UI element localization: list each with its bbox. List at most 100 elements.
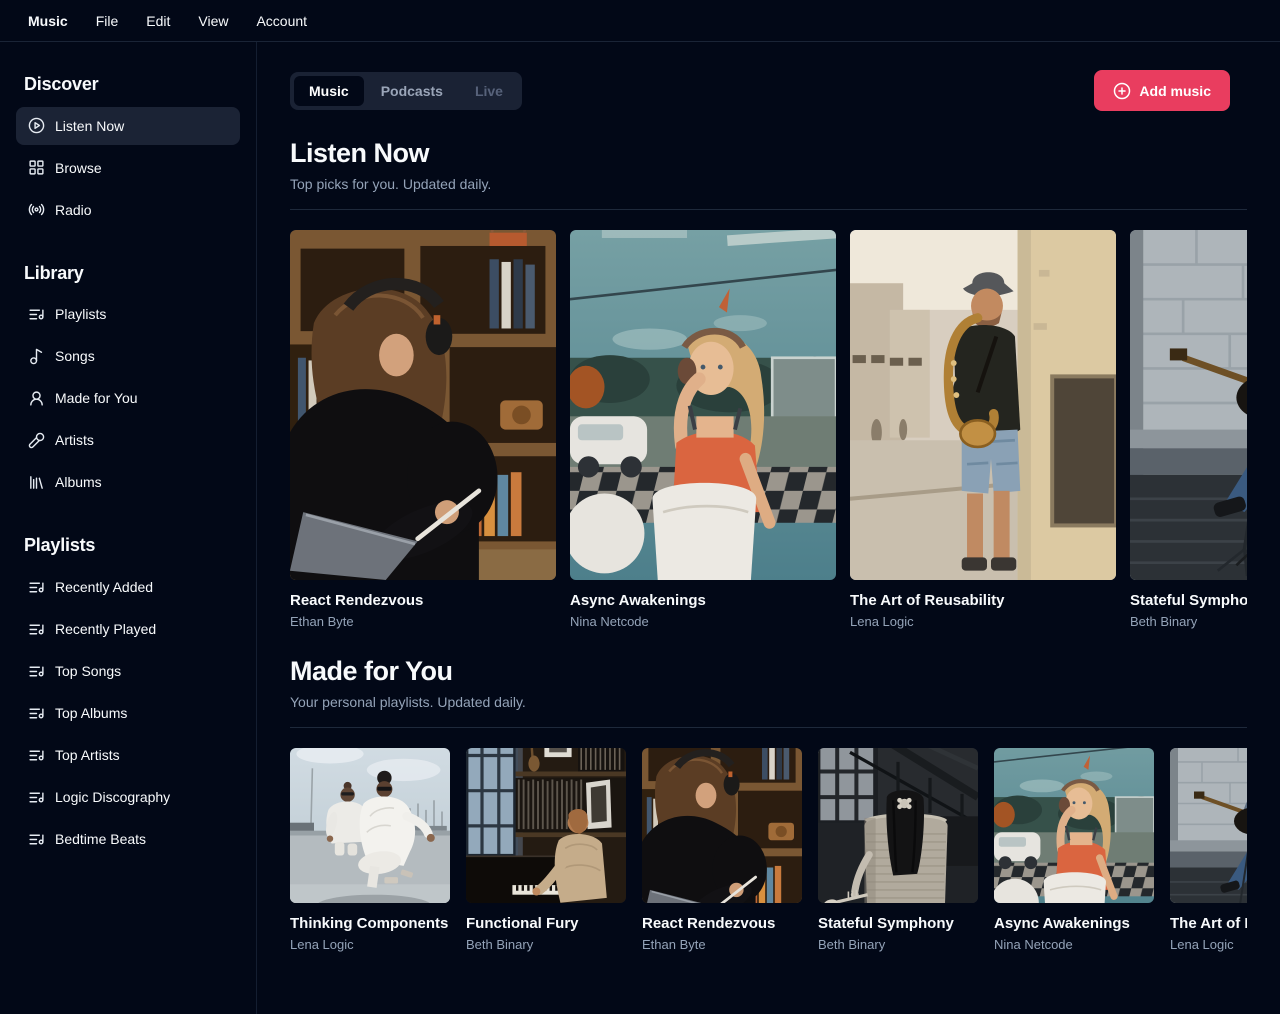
- separator: [290, 209, 1247, 210]
- sidebar-section: Discover Listen Now Browse Radio: [16, 74, 240, 229]
- content-header: MusicPodcastsLive Add music: [290, 70, 1280, 111]
- list-music-icon: [28, 789, 45, 806]
- album-artwork-image: [850, 230, 1116, 580]
- album-artwork: [290, 748, 450, 903]
- tab-music[interactable]: Music: [294, 76, 364, 106]
- list-music-icon: [28, 663, 45, 680]
- sidebar-item-label: Logic Discography: [55, 789, 170, 805]
- album-sections: Listen Now Top picks for you. Updated da…: [290, 137, 1280, 952]
- album-artwork: [818, 748, 978, 903]
- sidebar-item-label: Made for You: [55, 390, 138, 406]
- album-artist: Lena Logic: [850, 614, 1116, 629]
- album-title: Async Awakenings: [570, 592, 836, 611]
- menubar-item-edit[interactable]: Edit: [134, 7, 182, 35]
- album-artwork: [290, 230, 556, 580]
- album-card-the-art-of-reusability[interactable]: The Art of Reusability Lena Logic: [850, 230, 1116, 629]
- sidebar-item-recently-added[interactable]: Recently Added: [16, 568, 240, 606]
- sidebar-item-logic-discography[interactable]: Logic Discography: [16, 778, 240, 816]
- user-icon: [28, 390, 45, 407]
- album-card-row: Thinking Components Lena Logic Functiona…: [290, 748, 1247, 952]
- album-artwork: [1170, 748, 1247, 903]
- media-type-tabs: MusicPodcastsLive: [290, 72, 522, 110]
- album-card-react-rendezvous[interactable]: React Rendezvous Ethan Byte: [290, 230, 556, 629]
- sidebar-item-top-artists[interactable]: Top Artists: [16, 736, 240, 774]
- album-artwork-image: [1170, 748, 1247, 903]
- album-artwork-image: [466, 748, 626, 903]
- sidebar-item-radio[interactable]: Radio: [16, 191, 240, 229]
- album-title: Functional Fury: [466, 915, 626, 934]
- sidebar-item-top-songs[interactable]: Top Songs: [16, 652, 240, 690]
- album-artwork: [1130, 230, 1247, 580]
- section-title: Made for You: [290, 655, 1280, 687]
- album-title: Stateful Symphony: [818, 915, 978, 934]
- sidebar-item-artists[interactable]: Artists: [16, 421, 240, 459]
- album-artist: Beth Binary: [818, 937, 978, 952]
- music-note-icon: [28, 348, 45, 365]
- add-music-button[interactable]: Add music: [1094, 70, 1230, 111]
- sidebar-item-top-albums[interactable]: Top Albums: [16, 694, 240, 732]
- sidebar-item-albums[interactable]: Albums: [16, 463, 240, 501]
- sidebar-item-made-for-you[interactable]: Made for You: [16, 379, 240, 417]
- album-title: Thinking Components: [290, 915, 450, 934]
- tab-live: Live: [460, 76, 518, 106]
- album-artwork-image: [1130, 230, 1247, 580]
- section-subtitle: Top picks for you. Updated daily.: [290, 176, 1280, 193]
- album-card-async-awakenings[interactable]: Async Awakenings Nina Netcode: [570, 230, 836, 629]
- album-artwork: [850, 230, 1116, 580]
- sidebar-item-recently-played[interactable]: Recently Played: [16, 610, 240, 648]
- album-title: The Art of Reusability: [1170, 915, 1247, 934]
- menubar-item-file[interactable]: File: [84, 7, 131, 35]
- album-title: Async Awakenings: [994, 915, 1154, 934]
- menubar-item-view[interactable]: View: [186, 7, 240, 35]
- tab-podcasts[interactable]: Podcasts: [366, 76, 458, 106]
- app-body: Discover Listen Now Browse Radio Library…: [0, 42, 1280, 1014]
- main-content: MusicPodcastsLive Add music Listen Now T…: [257, 42, 1280, 1014]
- album-card-thinking-components[interactable]: Thinking Components Lena Logic: [290, 748, 450, 952]
- album-card-async-awakenings[interactable]: Async Awakenings Nina Netcode: [994, 748, 1154, 952]
- radio-icon: [28, 201, 45, 218]
- album-artwork-image: [570, 230, 836, 580]
- album-artist: Nina Netcode: [994, 937, 1154, 952]
- album-artist: Ethan Byte: [642, 937, 802, 952]
- list-music-icon: [28, 579, 45, 596]
- sidebar-section-items: Listen Now Browse Radio: [16, 107, 240, 229]
- album-artist: Ethan Byte: [290, 614, 556, 629]
- album-card-stateful-symphony[interactable]: Stateful Symphony Beth Binary: [818, 748, 978, 952]
- album-card-react-rendezvous[interactable]: React Rendezvous Ethan Byte: [642, 748, 802, 952]
- sidebar-section-title: Playlists: [24, 535, 240, 556]
- add-music-label: Add music: [1139, 83, 1211, 99]
- album-artwork: [466, 748, 626, 903]
- album-artwork: [994, 748, 1154, 903]
- sidebar-item-playlists[interactable]: Playlists: [16, 295, 240, 333]
- sidebar-item-label: Top Songs: [55, 663, 121, 679]
- sidebar-item-label: Bedtime Beats: [55, 831, 146, 847]
- album-card-the-art-of-reusability[interactable]: The Art of Reusability Lena Logic: [1170, 748, 1247, 952]
- sidebar-item-label: Playlists: [55, 306, 106, 322]
- album-artist: Lena Logic: [1170, 937, 1247, 952]
- album-section: Made for You Your personal playlists. Up…: [290, 655, 1280, 952]
- sidebar-item-bedtime-beats[interactable]: Bedtime Beats: [16, 820, 240, 858]
- album-card-functional-fury[interactable]: Functional Fury Beth Binary: [466, 748, 626, 952]
- album-title: React Rendezvous: [290, 592, 556, 611]
- sidebar-item-label: Top Artists: [55, 747, 120, 763]
- album-artwork-image: [818, 748, 978, 903]
- section-subtitle: Your personal playlists. Updated daily.: [290, 694, 1280, 711]
- sidebar-section: Library Playlists Songs Made for You Art…: [16, 263, 240, 502]
- sidebar-section-items: Playlists Songs Made for You Artists Alb…: [16, 295, 240, 501]
- music-app-window: MusicFileEditViewAccount Discover Listen…: [0, 0, 1280, 1014]
- sidebar-item-label: Listen Now: [55, 118, 124, 134]
- circle-play-icon: [28, 117, 45, 134]
- sidebar-item-label: Recently Played: [55, 621, 156, 637]
- sidebar-item-label: Recently Added: [55, 579, 153, 595]
- album-card-stateful-symphony[interactable]: Stateful Symphony Beth Binary: [1130, 230, 1247, 629]
- sidebar-item-browse[interactable]: Browse: [16, 149, 240, 187]
- menubar-item-music[interactable]: Music: [16, 7, 80, 35]
- sidebar-item-songs[interactable]: Songs: [16, 337, 240, 375]
- album-artwork: [642, 748, 802, 903]
- sidebar-item-listen-now[interactable]: Listen Now: [16, 107, 240, 145]
- menubar-item-account[interactable]: Account: [244, 7, 319, 35]
- menubar: MusicFileEditViewAccount: [0, 0, 1280, 42]
- sidebar-section-title: Discover: [24, 74, 240, 95]
- layout-grid-icon: [28, 159, 45, 176]
- album-artwork-image: [642, 748, 802, 903]
